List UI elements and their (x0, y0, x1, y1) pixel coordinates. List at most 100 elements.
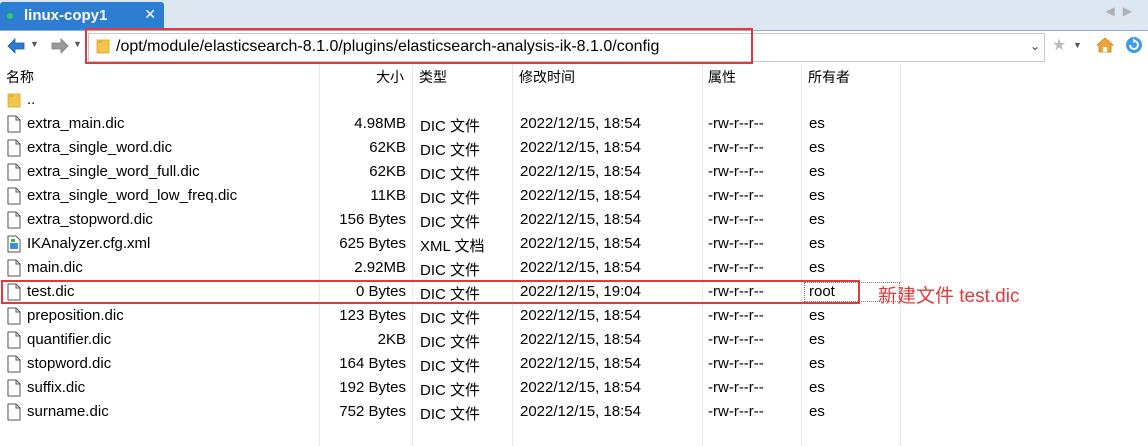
file-type: DIC 文件 (420, 358, 481, 375)
file-modified: 2022/12/15, 18:54 (520, 331, 641, 348)
column-owner[interactable]: 所有者 (808, 67, 850, 87)
session-tab[interactable]: linux-copy1 ✕ (0, 2, 164, 30)
file-owner: es (809, 307, 825, 324)
column-attributes[interactable]: 属性 (708, 67, 736, 87)
file-size: 123 Bytes (339, 307, 406, 324)
file-owner: es (809, 355, 825, 372)
file-modified: 2022/12/15, 18:54 (520, 379, 641, 396)
file-type: DIC 文件 (420, 118, 481, 135)
file-modified: 2022/12/15, 18:54 (520, 139, 641, 156)
tab-title: linux-copy1 (24, 7, 108, 24)
file-name: extra_single_word_low_freq.dic (27, 187, 238, 204)
tab-scroll-arrows: ◀▶ (1106, 4, 1140, 18)
star-icon[interactable]: ★ (1052, 35, 1066, 55)
file-size: 192 Bytes (339, 379, 406, 396)
file-modified: 2022/12/15, 18:54 (520, 115, 641, 132)
file-attributes: -rw-r--r-- (708, 379, 764, 396)
folder-icon (7, 91, 21, 109)
file-owner: es (809, 139, 825, 156)
file-icon (7, 355, 21, 373)
file-icon (7, 115, 21, 133)
back-dropdown-icon[interactable]: ▼ (30, 39, 39, 49)
file-name: .. (27, 91, 36, 108)
column-type[interactable]: 类型 (419, 67, 447, 87)
file-icon (7, 307, 21, 325)
file-modified: 2022/12/15, 18:54 (520, 211, 641, 228)
file-row[interactable]: extra_stopword.dic 156 Bytes DIC 文件 2022/12… (0, 208, 900, 232)
tab-close-icon[interactable]: ✕ (144, 6, 156, 23)
file-type: DIC 文件 (420, 190, 481, 207)
scroll-left-icon[interactable]: ◀ (1106, 4, 1123, 18)
file-attributes: -rw-r--r-- (708, 115, 764, 132)
back-arrow-icon[interactable] (6, 37, 26, 55)
file-attributes: -rw-r--r-- (708, 211, 764, 228)
address-highlight-box (85, 28, 753, 64)
file-modified: 2022/12/15, 18:54 (520, 187, 641, 204)
file-name: surname.dic (27, 403, 109, 420)
file-attributes: -rw-r--r-- (708, 331, 764, 348)
forward-arrow-icon[interactable] (50, 37, 70, 55)
file-attributes: -rw-r--r-- (708, 187, 764, 204)
file-name: extra_single_word.dic (27, 139, 173, 156)
file-type: DIC 文件 (420, 382, 481, 399)
file-row[interactable]: extra_main.dic 4.98MB DIC 文件 2022/12/15, 18… (0, 112, 900, 136)
tab-bar: linux-copy1 ✕ ◀▶ (0, 0, 1148, 31)
file-owner: es (809, 187, 825, 204)
file-size: 11KB (370, 187, 406, 204)
file-name: suffix.dic (27, 379, 86, 396)
file-name: stopword.dic (27, 355, 112, 372)
file-type: DIC 文件 (420, 310, 481, 327)
file-owner: es (809, 259, 825, 276)
file-name: extra_stopword.dic (27, 211, 153, 228)
column-size[interactable]: 大小 (376, 67, 404, 87)
file-type: DIC 文件 (420, 166, 481, 183)
file-icon (7, 211, 21, 229)
forward-dropdown-icon[interactable]: ▼ (73, 39, 82, 49)
file-attributes: -rw-r--r-- (708, 355, 764, 372)
file-row[interactable]: extra_single_word_low_freq.dic 11KB DIC 文件… (0, 184, 900, 208)
file-size: 62KB (369, 139, 406, 156)
file-size: 752 Bytes (339, 403, 406, 420)
file-modified: 2022/12/15, 18:54 (520, 235, 641, 252)
file-row[interactable]: extra_single_word.dic 62KB DIC 文件 2022/12/1… (0, 136, 900, 160)
refresh-icon[interactable] (1124, 35, 1144, 55)
file-modified: 2022/12/15, 18:54 (520, 163, 641, 180)
new-file-highlight-box (1, 280, 860, 304)
file-name: preposition.dic (27, 307, 124, 324)
connected-status-icon (7, 13, 13, 19)
file-type: DIC 文件 (420, 262, 481, 279)
file-row[interactable]: stopword.dic 164 Bytes DIC 文件 2022/12/15, 1… (0, 352, 900, 376)
column-name[interactable]: 名称 (6, 67, 34, 87)
file-row[interactable]: suffix.dic 192 Bytes DIC 文件 2022/12/15, 18:… (0, 376, 900, 400)
file-modified: 2022/12/15, 18:54 (520, 307, 641, 324)
column-modified[interactable]: 修改时间 (519, 67, 575, 87)
file-size: 62KB (369, 163, 406, 180)
file-owner: es (809, 379, 825, 396)
file-modified: 2022/12/15, 18:54 (520, 403, 641, 420)
file-row[interactable]: IKAnalyzer.cfg.xml 625 Bytes XML 文档 2022/12… (0, 232, 900, 256)
file-row[interactable]: surname.dic 752 Bytes DIC 文件 2022/12/15, 18… (0, 400, 900, 424)
file-name: extra_main.dic (27, 115, 125, 132)
file-attributes: -rw-r--r-- (708, 139, 764, 156)
file-name: IKAnalyzer.cfg.xml (27, 235, 151, 252)
chevron-down-icon[interactable]: ⌄ (1030, 39, 1040, 53)
file-icon (7, 403, 21, 421)
file-icon (7, 259, 21, 277)
file-size: 2.92MB (354, 259, 406, 276)
file-row[interactable]: extra_single_word_full.dic 62KB DIC 文件 2022… (0, 160, 900, 184)
file-icon (7, 331, 21, 349)
file-name: quantifier.dic (27, 331, 112, 348)
home-icon[interactable] (1096, 37, 1114, 53)
file-row[interactable]: .. (0, 88, 900, 112)
file-row[interactable]: main.dic 2.92MB DIC 文件 2022/12/15, 18:54 -rw… (0, 256, 900, 280)
file-icon (7, 163, 21, 181)
bookmark-dropdown-icon[interactable]: ▼ (1073, 40, 1082, 50)
file-row[interactable]: preposition.dic 123 Bytes DIC 文件 2022/12/15… (0, 304, 900, 328)
file-owner: es (809, 211, 825, 228)
scroll-right-icon[interactable]: ▶ (1123, 4, 1140, 18)
file-attributes: -rw-r--r-- (708, 403, 764, 420)
file-row[interactable]: quantifier.dic 2KB DIC 文件 2022/12/15, 18:54… (0, 328, 900, 352)
xml-file-icon (7, 235, 21, 253)
file-size: 625 Bytes (339, 235, 406, 252)
file-attributes: -rw-r--r-- (708, 307, 764, 324)
